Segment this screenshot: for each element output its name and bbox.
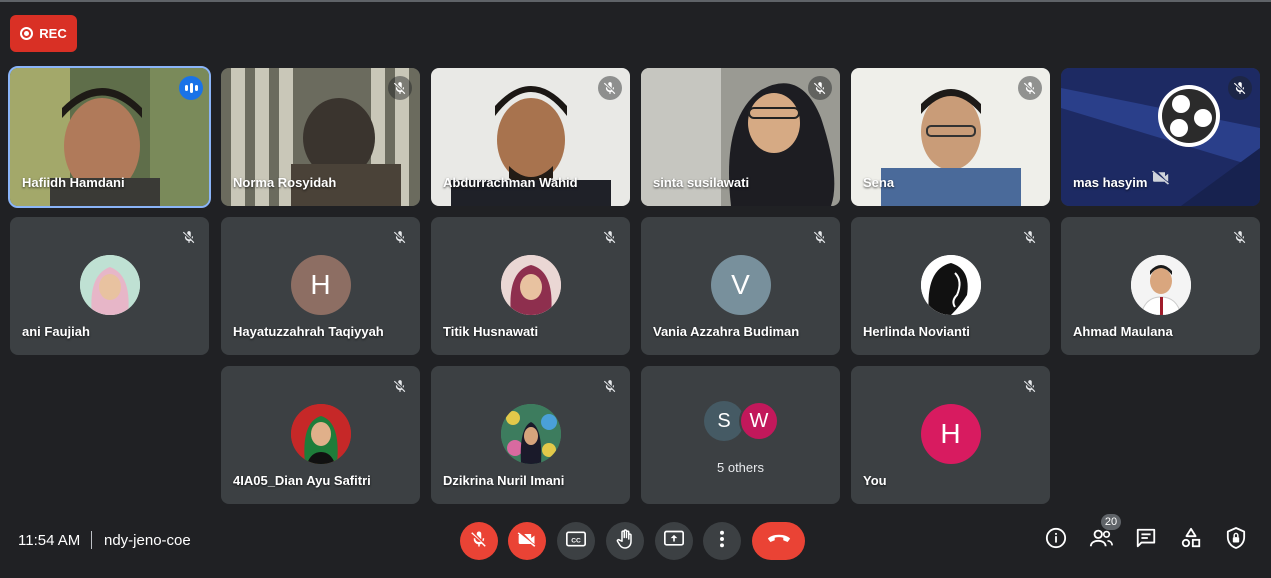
shield-lock-icon [1226,526,1246,554]
meeting-code: ndy-jeno-coe [104,532,191,549]
mic-off-icon [470,530,488,553]
participant-tile-hafiidh[interactable]: Hafiidh Hamdani [8,66,211,208]
mic-off-icon [1228,76,1252,100]
participant-tile-herlinda[interactable]: Herlinda Novianti [851,217,1050,355]
captions-button[interactable]: CC [557,522,595,560]
mic-off-icon [1228,225,1252,249]
mic-off-icon [1018,374,1042,398]
activities-button[interactable] [1178,527,1204,553]
camera-off-icon [1151,169,1171,190]
hand-icon [616,528,634,554]
avatar [500,404,561,464]
divider [91,531,92,549]
participant-tile-abdurrachman[interactable]: Abdurrachman Wahid [431,68,630,206]
hang-up-icon [767,532,791,550]
more-vert-icon [719,530,725,553]
recording-indicator[interactable]: REC [10,15,77,52]
host-controls-button[interactable] [1223,526,1249,554]
camera-toggle-button[interactable] [508,522,546,560]
people-icon [1089,528,1113,553]
avatar [79,255,140,315]
more-options-button[interactable] [703,522,741,560]
camera-off-icon [517,530,537,553]
people-button[interactable] [1088,527,1114,553]
meeting-time: 11:54 AM [18,532,81,549]
meeting-details-button[interactable] [1043,527,1069,553]
participant-tile-vania[interactable]: V Vania Azzahra Budiman [641,217,840,355]
participant-name: Titik Husnawati [443,324,539,339]
participant-name: sinta susilawati [653,175,750,190]
activities-icon [1180,527,1202,554]
participant-tile-mas-hasyim[interactable]: mas hasyim [1061,68,1260,206]
mic-off-icon [1018,225,1042,249]
participant-tile-sinta[interactable]: sinta susilawati [641,68,840,206]
mic-off-icon [388,76,412,100]
participant-count-badge: 20 [1101,514,1121,530]
chat-button[interactable] [1133,527,1159,553]
mic-off-icon [177,225,201,249]
raise-hand-button[interactable] [606,522,644,560]
avatar [1130,255,1191,315]
participant-tile-norma[interactable]: Norma Rosyidah [221,68,420,206]
others-count: 5 others [717,460,764,475]
participant-tile-sena[interactable]: Sena [851,68,1050,206]
info-icon [1045,527,1067,554]
chat-icon [1135,527,1157,554]
others-tile[interactable]: S W 5 others [641,366,840,504]
participant-name: Dzikrina Nuril Imani [443,473,565,488]
others-avatar-s: S [704,401,744,441]
present-icon [664,530,684,553]
captions-icon: CC [566,531,586,552]
avatar [920,255,981,315]
participant-name: Herlinda Novianti [863,324,970,339]
mic-off-icon [808,76,832,100]
participant-name: mas hasyim [1073,175,1148,190]
avatar: V [710,255,771,315]
mic-off-icon [388,374,412,398]
recording-label: REC [39,26,67,41]
participant-name: Vania Azzahra Budiman [653,324,800,339]
bottom-bar: 11:54 AM ndy-jeno-coe CC [0,515,1271,565]
participant-tile-dzikrina[interactable]: Dzikrina Nuril Imani [431,366,630,504]
present-screen-button[interactable] [655,522,693,560]
top-border [0,0,1271,2]
mic-off-icon [388,225,412,249]
mic-off-icon [1018,76,1042,100]
leave-call-button[interactable] [752,522,805,560]
record-icon [20,27,34,40]
participant-tile-ahmad[interactable]: Ahmad Maulana [1061,217,1260,355]
self-tile[interactable]: H You [851,366,1050,504]
participant-name: Hayatuzzahrah Taqiyyah [233,324,384,339]
avatar [290,404,351,464]
svg-text:CC: CC [571,537,581,544]
participant-name: Ahmad Maulana [1073,324,1173,339]
speaking-indicator-icon [179,76,203,100]
participant-name: You [863,473,887,488]
participant-name: Hafiidh Hamdani [22,175,125,190]
mic-off-icon [598,374,622,398]
participant-tile-titik[interactable]: Titik Husnawati [431,217,630,355]
mic-off-icon [598,225,622,249]
mic-off-icon [598,76,622,100]
avatar [500,255,561,315]
others-avatar-w: W [739,401,779,441]
microphone-toggle-button[interactable] [460,522,498,560]
participant-name: ani Faujiah [22,324,90,339]
mic-off-icon [808,225,832,249]
participant-name: 4IA05_Dian Ayu Safitri [233,473,371,488]
participant-tile-dian[interactable]: 4IA05_Dian Ayu Safitri [221,366,420,504]
avatar: H [920,404,981,464]
participant-tile-ani[interactable]: ani Faujiah [10,217,209,355]
participant-name: Norma Rosyidah [233,175,337,190]
participant-name: Sena [863,175,895,190]
avatar: H [290,255,351,315]
participant-tile-hayatuzzahrah[interactable]: H Hayatuzzahrah Taqiyyah [221,217,420,355]
participant-name: Abdurrachman Wahid [443,175,578,190]
